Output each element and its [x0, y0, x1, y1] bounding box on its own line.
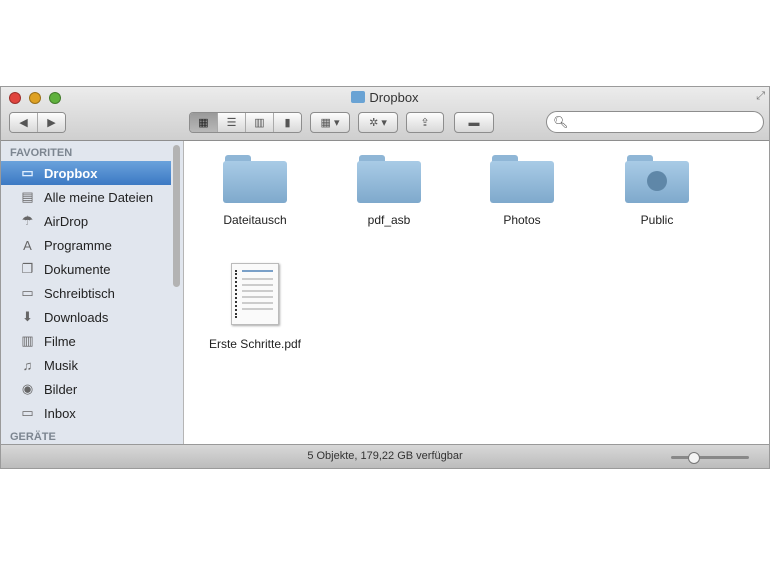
toolbar: Dropbox ⤢ ◀ ▶ ▦ ☰ ▥ ▮ ▦ ▾ ✲ ▾ ⇪ ▬ 🔍︎ — [1, 87, 769, 141]
status-text: 5 Objekte, 179,22 GB verfügbar — [307, 450, 463, 462]
sidebar-section-devices: GERÄTE — [10, 431, 56, 443]
share-button[interactable]: ⇪ — [406, 112, 444, 133]
status-bar: 5 Objekte, 179,22 GB verfügbar — [1, 444, 769, 468]
sidebar-item-musik[interactable]: ♫ Musik — [1, 353, 183, 377]
movies-icon: ▥ — [21, 333, 34, 348]
sidebar-item-downloads[interactable]: ⬇ Downloads — [1, 305, 183, 329]
window-title-text: Dropbox — [369, 90, 419, 105]
sidebar-item-label: Musik — [44, 357, 78, 373]
sidebar-item-airdrop[interactable]: ☂ AirDrop — [1, 209, 183, 233]
file-name: Photos — [503, 213, 541, 227]
sidebar-item-label: Inbox — [44, 405, 76, 421]
folder-icon: ▭ — [21, 165, 34, 180]
sidebar-item-label: Dropbox — [44, 165, 98, 181]
sidebar-item-schreibtisch[interactable]: ▭ Schreibtisch — [1, 281, 183, 305]
action-button[interactable]: ✲ ▾ — [358, 112, 398, 133]
sidebar-item-bilder[interactable]: ◉ Bilder — [1, 377, 183, 401]
sidebar-item-label: Filme — [44, 333, 76, 349]
folder-icon — [223, 155, 287, 203]
dropbox-folder-icon — [351, 91, 366, 103]
sidebar-item-filme[interactable]: ▥ Filme — [1, 329, 183, 353]
music-icon: ♫ — [22, 357, 33, 373]
sidebar-item-label: Schreibtisch — [44, 285, 115, 301]
label-button[interactable]: ▬ — [454, 112, 494, 133]
desktop-icon: ▭ — [21, 285, 34, 300]
sidebar-item-label: Downloads — [44, 309, 109, 325]
folder-item[interactable]: Dateitausch — [195, 155, 315, 227]
sidebar-item-label: Dokumente — [44, 261, 111, 277]
sidebar-item-alle-meine-dateien[interactable]: ▤ Alle meine Dateien — [1, 185, 183, 209]
file-name: Erste Schritte.pdf — [208, 337, 302, 351]
sidebar-item-dokumente[interactable]: ❐ Dokumente — [1, 257, 183, 281]
folder-icon — [357, 155, 421, 203]
pictures-icon: ◉ — [21, 381, 34, 396]
airdrop-icon: ☂ — [21, 213, 34, 228]
forward-button[interactable]: ▶ — [38, 113, 65, 132]
icon-size-slider[interactable] — [671, 452, 749, 464]
coverflow-view-button[interactable]: ▮ — [274, 113, 301, 132]
view-mode-control: ▦ ☰ ▥ ▮ — [189, 112, 302, 133]
all-files-icon: ▤ — [21, 189, 34, 204]
sidebar-section-favorites: FAVORITEN — [10, 147, 73, 159]
icon-view-button[interactable]: ▦ — [190, 113, 218, 132]
finder-window: Dropbox ⤢ ◀ ▶ ▦ ☰ ▥ ▮ ▦ ▾ ✲ ▾ ⇪ ▬ 🔍︎ FAVORIT… — [0, 86, 770, 469]
applications-icon: A — [23, 237, 32, 253]
pdf-document-icon — [231, 263, 279, 325]
search-icon: 🔍︎ — [553, 115, 569, 129]
back-forward-buttons: ◀ ▶ — [9, 112, 66, 133]
folder-icon — [490, 155, 554, 203]
column-view-button[interactable]: ▥ — [246, 113, 274, 132]
folder-item[interactable]: pdf_asb — [329, 155, 449, 227]
folder-item[interactable]: Photos — [462, 155, 582, 227]
sidebar-item-inbox[interactable]: ▭ Inbox — [1, 401, 183, 425]
public-folder-icon — [625, 155, 689, 203]
downloads-icon: ⬇ — [22, 309, 33, 324]
arrange-button[interactable]: ▦ ▾ — [310, 112, 350, 133]
back-button[interactable]: ◀ — [10, 113, 38, 132]
window-title: Dropbox — [1, 90, 769, 105]
slider-knob[interactable] — [688, 452, 700, 464]
sidebar-item-label: AirDrop — [44, 213, 89, 229]
search-input[interactable]: 🔍︎ — [546, 111, 764, 133]
folder-item[interactable]: Public — [597, 155, 717, 227]
sidebar-scrollbar[interactable] — [173, 145, 180, 287]
file-name: Public — [640, 213, 674, 227]
documents-icon: ❐ — [21, 261, 34, 276]
sidebar: FAVORITEN ▭ Dropbox ▤ Alle meine Dateien ☂ Ai… — [1, 141, 184, 446]
sidebar-item-label: Programme — [44, 237, 112, 253]
folder-icon: ▭ — [21, 405, 34, 420]
fullscreen-icon[interactable]: ⤢ — [756, 90, 765, 103]
list-view-button[interactable]: ☰ — [218, 113, 246, 132]
file-item[interactable]: Erste Schritte.pdf — [195, 263, 315, 351]
file-name: pdf_asb — [367, 213, 411, 227]
file-area: Dateitausch pdf_asb Photos Public Erste … — [184, 141, 769, 446]
sidebar-item-label: Alle meine Dateien — [44, 189, 154, 205]
sidebar-item-programme[interactable]: A Programme — [1, 233, 183, 257]
file-name: Dateitausch — [223, 213, 287, 227]
sidebar-item-dropbox[interactable]: ▭ Dropbox — [1, 161, 171, 185]
sidebar-item-label: Bilder — [44, 381, 78, 397]
